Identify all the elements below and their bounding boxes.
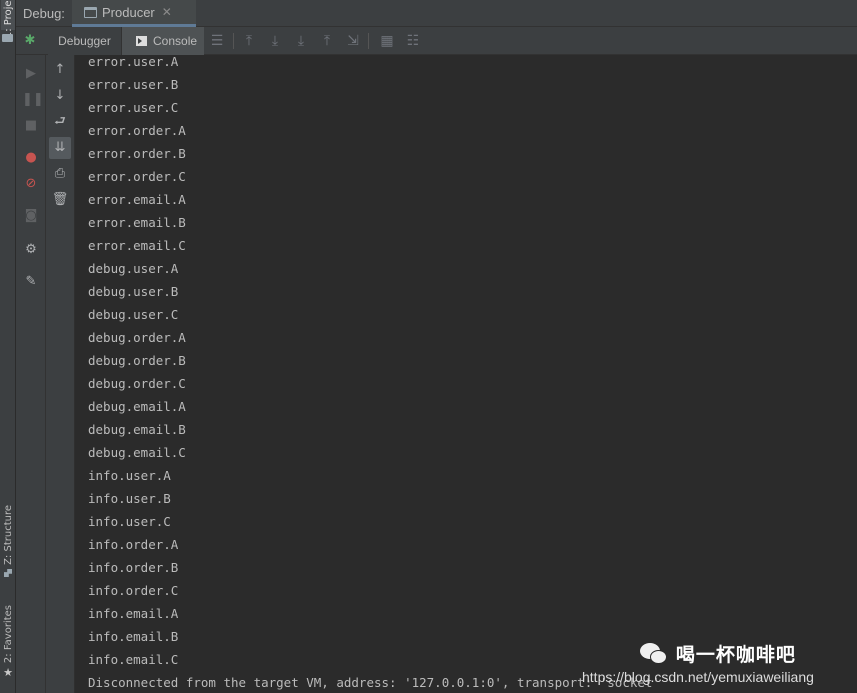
tab-console-label: Console <box>153 34 198 48</box>
structure-tool-tab[interactable]: Z: Structure <box>1 500 15 582</box>
console-line: error.user.B <box>88 77 179 92</box>
trash-icon[interactable]: 🗑 <box>51 191 69 209</box>
project-tool-tab-label: 1: Project <box>2 0 14 39</box>
left-tool-stripe: 1: Project Z: Structure 2: Favorites ★ <box>0 0 16 693</box>
console-line: error.email.C <box>88 238 186 253</box>
step-over-icon[interactable]: ⤓ <box>266 32 284 50</box>
console-line: debug.email.A <box>88 399 186 414</box>
console-line: error.order.B <box>88 146 186 161</box>
console-line: debug.email.C <box>88 445 186 460</box>
console-line: debug.user.C <box>88 307 179 322</box>
console-line: debug.order.C <box>88 376 186 391</box>
pin-icon[interactable]: ✎ <box>22 273 40 291</box>
scroll-to-end-icon[interactable]: ⇊ <box>49 137 71 159</box>
project-tool-tab[interactable]: 1: Project <box>1 0 15 39</box>
console-line: debug.order.B <box>88 353 186 368</box>
print-icon[interactable]: ⎙ <box>51 165 69 183</box>
console-line: info.email.C <box>88 652 179 667</box>
console-line: error.order.C <box>88 169 186 184</box>
show-execution-point-icon[interactable]: ⤒ <box>240 32 258 50</box>
debug-actions-toolbar: ▶ ❚❚ ■ ● ⊘ ◙ ⚙ ✎ <box>16 55 46 693</box>
console-line: info.order.C <box>88 583 179 598</box>
console-line: debug.order.A <box>88 330 186 345</box>
console-icon <box>136 36 147 46</box>
arrow-down-icon[interactable]: ↓ <box>51 87 69 105</box>
console-line: error.order.A <box>88 123 186 138</box>
debug-session-tab[interactable]: Producer ✕ <box>72 0 196 27</box>
toolbar-separator <box>368 33 369 49</box>
tab-console[interactable]: Console <box>122 27 204 55</box>
bug-icon: ✱ <box>24 33 36 48</box>
debug-title-bar: Debug: Producer ✕ <box>16 0 857 27</box>
debug-label: Debug: <box>23 6 65 21</box>
stop-icon[interactable]: ■ <box>22 117 40 135</box>
layout-menu-icon[interactable]: ☰ <box>208 32 226 50</box>
console-output[interactable]: error.user.A error.user.B error.user.C erro… <box>76 55 857 693</box>
application-icon <box>84 6 97 18</box>
view-breakpoints-icon[interactable]: ● <box>22 149 40 167</box>
debug-toolbar: ✱ Debugger Console ☰ ⤒ ⤓ ⤓ ⤒ ⇲ ▦ ☷ <box>16 27 857 55</box>
run-to-cursor-icon[interactable]: ⇲ <box>344 32 362 50</box>
structure-tool-tab-label: Z: Structure <box>2 505 14 565</box>
favorites-tool-tab-label: 2: Favorites <box>2 605 14 664</box>
console-actions-toolbar: ↑ ↓ ⮐ ⇊ ⎙ 🗑 <box>46 55 75 693</box>
structure-icon <box>4 568 12 577</box>
watermark-url: https://blog.csdn.net/yemuxiaweiliang <box>582 669 814 685</box>
watermark-title-row: 喝一杯咖啡吧 <box>639 640 796 667</box>
toolbar-separator <box>233 33 234 49</box>
camera-icon[interactable]: ◙ <box>22 207 40 225</box>
console-line: debug.user.A <box>88 261 179 276</box>
gear-icon[interactable]: ⚙ <box>22 241 40 259</box>
debug-session-tab-label: Producer <box>102 4 155 20</box>
console-line: info.user.C <box>88 514 171 529</box>
watermark-title: 喝一杯咖啡吧 <box>675 644 796 666</box>
evaluate-expression-icon[interactable]: ▦ <box>378 32 396 50</box>
step-out-icon[interactable]: ⤒ <box>318 32 336 50</box>
trace-icon[interactable]: ☷ <box>404 32 422 50</box>
arrow-up-icon[interactable]: ↑ <box>51 61 69 79</box>
console-line: info.user.B <box>88 491 171 506</box>
pause-icon[interactable]: ❚❚ <box>22 91 44 109</box>
console-line: debug.email.B <box>88 422 186 437</box>
close-icon[interactable]: ✕ <box>162 5 172 19</box>
wechat-icon <box>639 642 668 665</box>
folder-icon <box>2 34 13 42</box>
watermark: 喝一杯咖啡吧 https://blog.csdn.net/yemuxiaweil… <box>582 640 824 685</box>
favorites-tool-tab[interactable]: 2: Favorites ★ <box>1 600 15 684</box>
star-icon: ★ <box>3 665 13 679</box>
console-line: error.user.C <box>88 100 179 115</box>
console-log: error.user.A error.user.B error.user.C erro… <box>88 55 660 693</box>
console-line: info.order.B <box>88 560 179 575</box>
console-line: info.user.A <box>88 468 171 483</box>
soft-wrap-icon[interactable]: ⮐ <box>51 113 69 131</box>
console-line: error.email.B <box>88 215 186 230</box>
console-status-line: Disconnected from the target VM, address… <box>88 675 660 690</box>
console-line: info.email.B <box>88 629 179 644</box>
tab-debugger[interactable]: Debugger <box>48 27 122 55</box>
console-line: error.email.A <box>88 192 186 207</box>
mute-breakpoints-icon[interactable]: ⊘ <box>22 175 40 193</box>
console-line: error.user.A <box>88 55 179 69</box>
console-line: info.email.A <box>88 606 179 621</box>
console-line: debug.user.B <box>88 284 179 299</box>
console-line: info.order.A <box>88 537 179 552</box>
resume-icon[interactable]: ▶ <box>22 65 40 83</box>
tab-debugger-label: Debugger <box>58 34 111 48</box>
step-into-icon[interactable]: ⤓ <box>292 32 310 50</box>
